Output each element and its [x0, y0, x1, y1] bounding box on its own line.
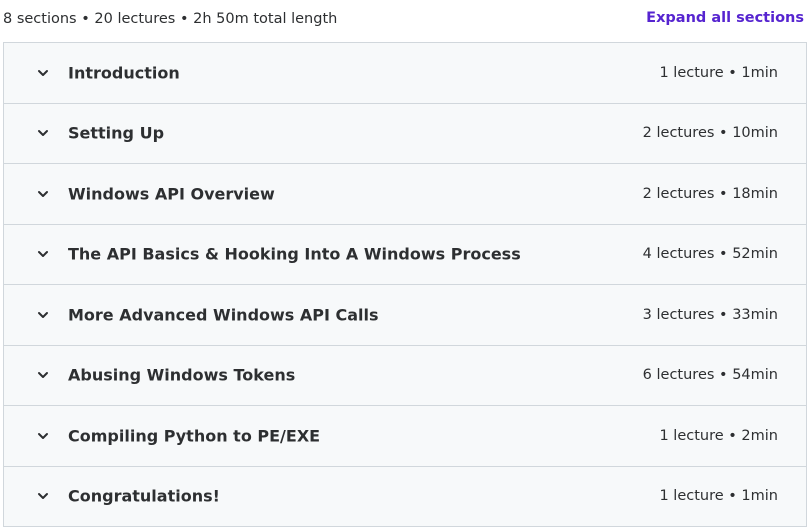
- chevron-down-icon: [36, 368, 50, 382]
- section-meta: 2 lectures • 10min: [642, 125, 778, 142]
- expand-all-sections-button[interactable]: Expand all sections: [646, 10, 804, 26]
- section-title: Abusing Windows Tokens: [68, 365, 296, 385]
- section-row[interactable]: Abusing Windows Tokens 6 lectures • 54mi…: [4, 346, 806, 406]
- section-meta: 2 lectures • 18min: [642, 185, 778, 202]
- section-title: Compiling Python to PE/EXE: [68, 426, 321, 446]
- chevron-down-icon: [36, 66, 50, 80]
- section-row[interactable]: More Advanced Windows API Calls 3 lectur…: [4, 285, 806, 346]
- section-row[interactable]: Setting Up 2 lectures • 10min: [4, 104, 806, 164]
- chevron-down-icon: [36, 187, 50, 201]
- section-meta: 6 lectures • 54min: [642, 367, 778, 384]
- course-content-summary: 8 sections • 20 lectures • 2h 50m total …: [0, 0, 809, 42]
- chevron-down-icon: [36, 308, 50, 322]
- section-row[interactable]: Windows API Overview 2 lectures • 18min: [4, 164, 806, 225]
- section-title: Windows API Overview: [68, 184, 275, 204]
- section-title: Congratulations!: [68, 486, 220, 506]
- section-row[interactable]: Compiling Python to PE/EXE 1 lecture • 2…: [4, 406, 806, 467]
- section-row[interactable]: Congratulations! 1 lecture • 1min: [4, 467, 806, 527]
- chevron-down-icon: [36, 489, 50, 503]
- curriculum-sections: Introduction 1 lecture • 1min Setting Up…: [3, 42, 807, 527]
- course-stats: 8 sections • 20 lectures • 2h 50m total …: [3, 11, 338, 27]
- chevron-down-icon: [36, 429, 50, 443]
- section-title: Setting Up: [68, 123, 165, 143]
- section-row[interactable]: Introduction 1 lecture • 1min: [4, 43, 806, 104]
- chevron-down-icon: [36, 247, 50, 261]
- section-title: The API Basics & Hooking Into A Windows …: [68, 244, 521, 264]
- section-meta: 1 lecture • 1min: [659, 488, 778, 505]
- section-meta: 1 lecture • 2min: [659, 427, 778, 444]
- chevron-down-icon: [36, 126, 50, 140]
- section-title: Introduction: [68, 63, 180, 83]
- section-meta: 1 lecture • 1min: [659, 64, 778, 81]
- section-row[interactable]: The API Basics & Hooking Into A Windows …: [4, 225, 806, 285]
- section-meta: 3 lectures • 33min: [642, 306, 778, 323]
- section-meta: 4 lectures • 52min: [642, 246, 778, 263]
- section-title: More Advanced Windows API Calls: [68, 305, 379, 325]
